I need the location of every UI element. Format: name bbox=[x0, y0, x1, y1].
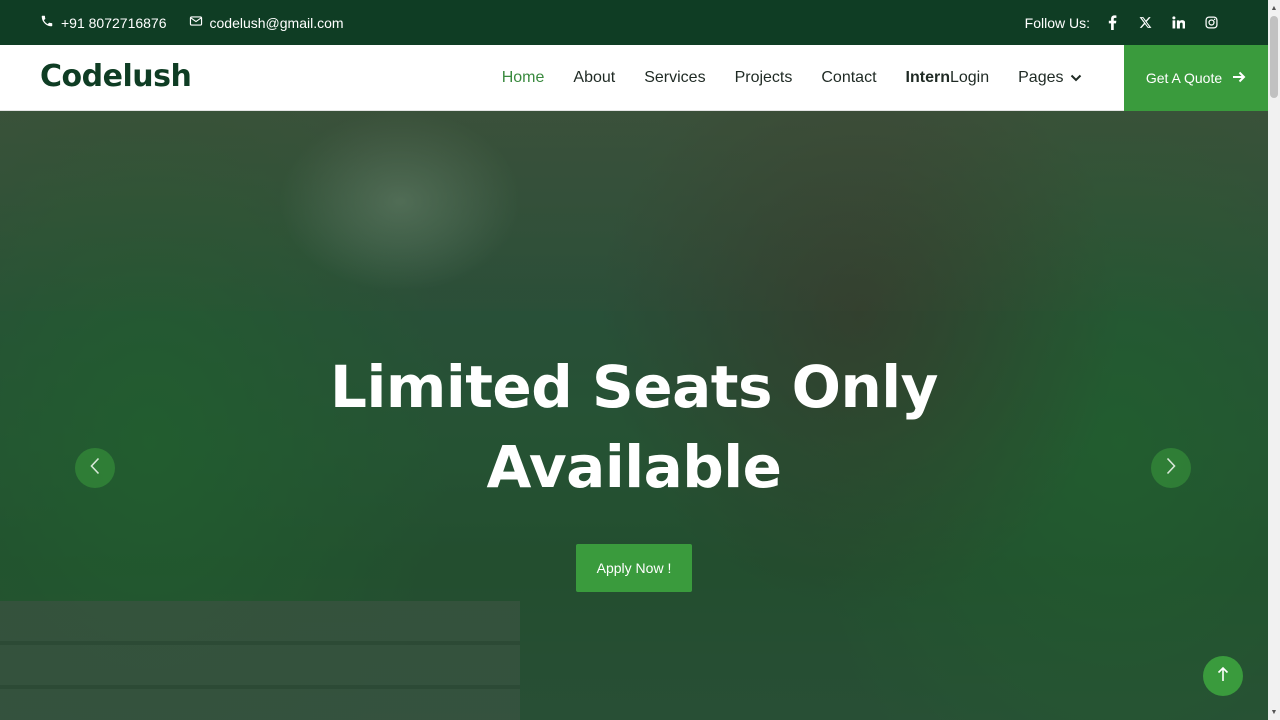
main-navbar: Codelush Home About Services Projects Co… bbox=[0, 45, 1268, 111]
nav-services[interactable]: Services bbox=[630, 45, 720, 111]
nav-pages-label: Pages bbox=[1018, 69, 1064, 86]
back-to-top-button[interactable] bbox=[1203, 656, 1243, 696]
envelope-icon bbox=[189, 14, 203, 31]
nav-projects[interactable]: Projects bbox=[720, 45, 807, 111]
hero-title-line-1: Limited Seats Only bbox=[330, 353, 938, 421]
get-quote-label: Get A Quote bbox=[1145, 70, 1223, 86]
arrow-up-icon bbox=[1217, 666, 1229, 687]
scroll-up-icon[interactable]: ▲ bbox=[1270, 2, 1278, 14]
nav-intern-login[interactable]: Intern Login bbox=[891, 45, 1004, 111]
get-quote-button[interactable]: Get A Quote bbox=[1124, 45, 1268, 111]
scroll-down-icon[interactable]: ▼ bbox=[1270, 706, 1278, 718]
chevron-left-icon bbox=[90, 457, 100, 480]
email-contact[interactable]: codelush@gmail.com bbox=[189, 14, 344, 31]
carousel-next-button[interactable] bbox=[1151, 448, 1191, 488]
nav-login-label: Login bbox=[949, 69, 990, 86]
facebook-icon[interactable] bbox=[1096, 0, 1129, 45]
email-address: codelush@gmail.com bbox=[209, 14, 344, 31]
top-bar: +91 8072716876 codelush@gmail.com Follow… bbox=[0, 0, 1268, 45]
site-logo[interactable]: Codelush bbox=[40, 59, 192, 94]
nav-about[interactable]: About bbox=[559, 45, 630, 111]
carousel-prev-button[interactable] bbox=[75, 448, 115, 488]
hero-title-line-2: Available bbox=[486, 433, 782, 501]
nav-intern-label: Intern bbox=[905, 69, 950, 86]
x-icon[interactable] bbox=[1129, 0, 1162, 45]
follow-label: Follow Us: bbox=[1024, 14, 1090, 31]
hero-carousel: Limited Seats Only Available Apply Now ! bbox=[0, 111, 1268, 720]
phone-number: +91 8072716876 bbox=[61, 14, 167, 31]
nav-contact[interactable]: Contact bbox=[807, 45, 891, 111]
phone-icon bbox=[40, 14, 54, 31]
nav-home[interactable]: Home bbox=[487, 45, 559, 111]
instagram-icon[interactable] bbox=[1195, 0, 1228, 45]
main-nav: Home About Services Projects Contact Int… bbox=[487, 45, 1096, 111]
apply-now-button[interactable]: Apply Now ! bbox=[576, 544, 692, 592]
page-scrollbar[interactable]: ▲ ▼ bbox=[1268, 0, 1280, 720]
chevron-down-icon bbox=[1070, 74, 1082, 82]
arrow-right-icon bbox=[1232, 70, 1246, 86]
linkedin-icon[interactable] bbox=[1162, 0, 1195, 45]
social-links: Follow Us: bbox=[1025, 0, 1228, 45]
contact-info: +91 8072716876 codelush@gmail.com bbox=[40, 0, 344, 45]
phone-contact[interactable]: +91 8072716876 bbox=[40, 14, 167, 31]
scrollbar-thumb[interactable] bbox=[1270, 16, 1278, 98]
nav-pages-dropdown[interactable]: Pages bbox=[1004, 45, 1096, 111]
hero-title: Limited Seats Only Available bbox=[0, 347, 1268, 507]
chevron-right-icon bbox=[1166, 457, 1176, 480]
